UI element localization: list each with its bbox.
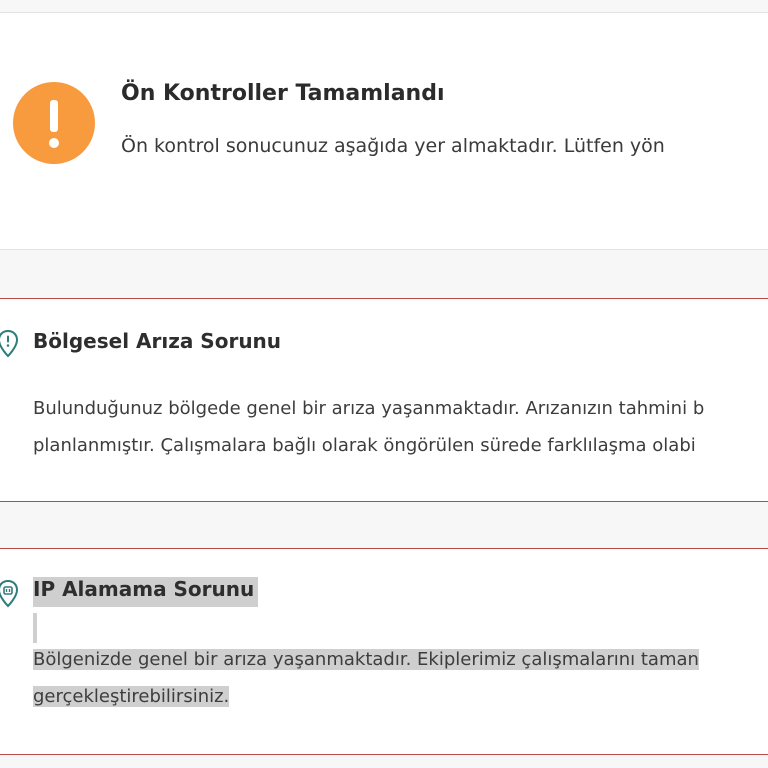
location-alert-icon bbox=[0, 329, 19, 358]
issue-description: Bölgenizde genel bir arıza yaşanmaktadır… bbox=[33, 641, 699, 715]
location-router-icon bbox=[0, 579, 19, 608]
issue-description-line: gerçekleştirebilirsiniz. bbox=[33, 686, 230, 707]
issue-description-line: planlanmıştır. Çalışmalara bağlı olarak … bbox=[33, 435, 696, 456]
text-selection-highlight bbox=[33, 613, 768, 643]
summary-text: Ön kontrol sonucunuz aşağıda yer almakta… bbox=[121, 135, 665, 157]
issue-title: Bölgesel Arıza Sorunu bbox=[33, 329, 282, 353]
issue-description: Bulunduğunuz bölgede genel bir arıza yaş… bbox=[33, 390, 704, 464]
issue-description-line: Bölgenizde genel bir arıza yaşanmaktadır… bbox=[33, 649, 699, 670]
issue-title: IP Alamama Sorunu bbox=[33, 577, 259, 607]
issue-description-line: Bulunduğunuz bölgede genel bir arıza yaş… bbox=[33, 398, 705, 419]
summary-title: Ön Kontroller Tamamlandı bbox=[121, 81, 445, 106]
issue-card-ip-failure: IP Alamama Sorunu Bölgenizde genel bir a… bbox=[0, 548, 768, 755]
precheck-summary-card: Ön Kontroller Tamamlandı Ön kontrol sonu… bbox=[0, 13, 768, 250]
exclamation-icon bbox=[13, 82, 95, 164]
issue-card-regional-outage: Bölgesel Arıza Sorunu Bulunduğunuz bölge… bbox=[0, 298, 768, 502]
